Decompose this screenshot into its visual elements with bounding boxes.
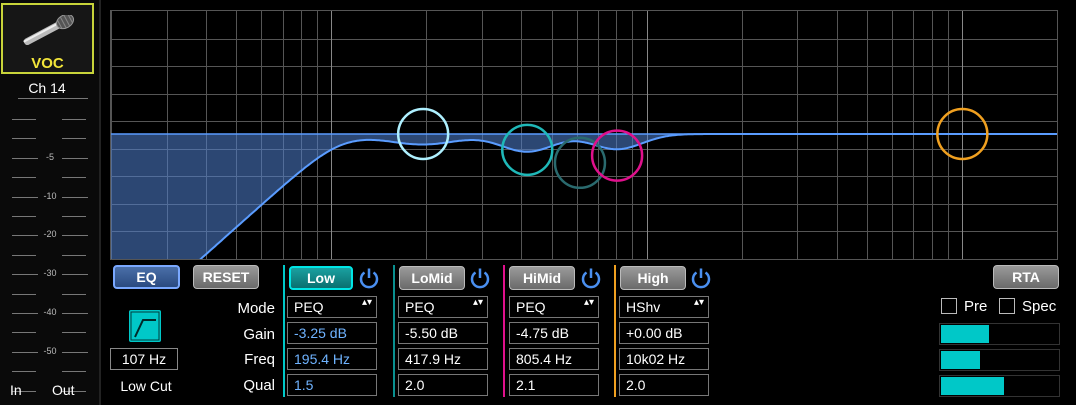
low-power-icon[interactable] [357, 266, 381, 290]
meter-tick-label: -50 [43, 346, 57, 356]
spec-label: Spec [1022, 298, 1057, 315]
low-band-button[interactable]: Low [289, 266, 353, 290]
low-cut-label: Low Cut [120, 378, 172, 394]
meter-tick [62, 255, 86, 256]
meter-tick [62, 197, 88, 198]
meter-tick-label: -40 [43, 307, 57, 317]
himid-power-icon[interactable] [579, 266, 603, 290]
himid-band-button[interactable]: HiMid [509, 266, 575, 290]
lomid-freq-field[interactable]: 417.9 Hz [398, 348, 488, 370]
pre-checkbox[interactable] [941, 298, 957, 314]
meter-tick-label: -30 [43, 268, 57, 278]
lomid-power-icon[interactable] [468, 266, 492, 290]
meter-tick [12, 158, 38, 159]
meter-tick [12, 255, 36, 256]
rta-meter-3-fill [941, 377, 1005, 395]
meter-tick [62, 371, 86, 372]
low-freq-field[interactable]: 195.4 Hz [287, 348, 377, 370]
low-q-field[interactable]: 1.5 [287, 374, 377, 396]
low-mode-select[interactable]: PEQ [287, 296, 377, 318]
meter-tick [12, 216, 36, 217]
lomid-band-button[interactable]: LoMid [399, 266, 465, 290]
meter-tick [62, 177, 86, 178]
left-divider [99, 0, 101, 405]
meter-tick [12, 371, 36, 372]
low-gain-field[interactable]: -3.25 dB [287, 322, 377, 344]
freq-row-label: Freq [244, 351, 275, 368]
gain-row-label: Gain [243, 326, 275, 343]
high-band-button[interactable]: High [620, 266, 686, 290]
rta-meter-2-fill [941, 351, 981, 369]
microphone-icon [23, 15, 75, 45]
rta-button[interactable]: RTA [993, 265, 1059, 289]
high-band-divider [614, 265, 616, 397]
qual-row-label: Qual [243, 377, 275, 394]
rta-meter-3 [939, 375, 1060, 397]
himid-mode-select[interactable]: PEQ [509, 296, 599, 318]
meter-tick [62, 119, 86, 120]
eq-graph[interactable] [110, 10, 1058, 260]
meter-tick [12, 177, 36, 178]
lomid-q-field[interactable]: 2.0 [398, 374, 488, 396]
lomid-band-divider [393, 265, 395, 397]
low-cut-toggle[interactable] [129, 310, 161, 342]
meter-tick [62, 294, 86, 295]
spec-checkbox[interactable] [999, 298, 1015, 314]
channel-number: Ch 14 [28, 80, 66, 96]
channel-name: VOC [31, 55, 64, 72]
meter-tick [12, 119, 36, 120]
reset-button[interactable]: RESET [193, 265, 259, 289]
himid-gain-field[interactable]: -4.75 dB [509, 322, 599, 344]
eq-graph-canvas[interactable] [111, 11, 1057, 259]
meter-tick [12, 138, 36, 139]
himid-ghost-handle[interactable] [553, 136, 607, 190]
meter-tick [62, 332, 86, 333]
mode-row-label: Mode [237, 300, 275, 317]
meter-tick-label: -5 [45, 152, 54, 162]
meter-tick [62, 138, 86, 139]
meter-in-label: In [10, 382, 22, 398]
meter-tick [62, 216, 86, 217]
high-q-field[interactable]: 2.0 [619, 374, 709, 396]
meter-tick [62, 235, 88, 236]
high-gain-field[interactable]: +0.00 dB [619, 322, 709, 344]
himid-freq-field[interactable]: 805.4 Hz [509, 348, 599, 370]
meter-tick [12, 332, 36, 333]
rta-meter-1 [939, 323, 1060, 345]
lomid-gain-field[interactable]: -5.50 dB [398, 322, 488, 344]
low-cut-frequency-field[interactable]: 107 Hz [110, 348, 178, 370]
meter-tick [62, 352, 88, 353]
meter-tick [12, 294, 36, 295]
meter-tick [62, 274, 88, 275]
low-band-divider [283, 265, 285, 397]
himid-band-divider [503, 265, 505, 397]
rta-meter-1-fill [941, 325, 989, 343]
meter-tick [12, 235, 38, 236]
channel-icon-box[interactable]: VOC [1, 3, 94, 74]
high-freq-field[interactable]: 10k02 Hz [619, 348, 709, 370]
high-power-icon[interactable] [689, 266, 713, 290]
meter-tick [12, 352, 38, 353]
high-mode-select[interactable]: HShv [619, 296, 709, 318]
meter-tick [12, 313, 38, 314]
meter-tick [62, 158, 88, 159]
high-pass-icon [130, 311, 160, 341]
eq-button[interactable]: EQ [113, 265, 180, 289]
eq-curve-fill [111, 134, 1057, 259]
meter-tick [62, 313, 88, 314]
meter-out-label: Out [52, 382, 75, 398]
lomid-mode-select[interactable]: PEQ [398, 296, 488, 318]
channel-number-underline [18, 98, 88, 99]
meter-tick-label: -10 [43, 191, 57, 201]
meter-tick [12, 197, 38, 198]
pre-label: Pre [964, 298, 988, 315]
meter-tick [12, 274, 38, 275]
himid-q-field[interactable]: 2.1 [509, 374, 599, 396]
rta-meter-2 [939, 349, 1060, 371]
meter-tick-label: -20 [43, 229, 57, 239]
